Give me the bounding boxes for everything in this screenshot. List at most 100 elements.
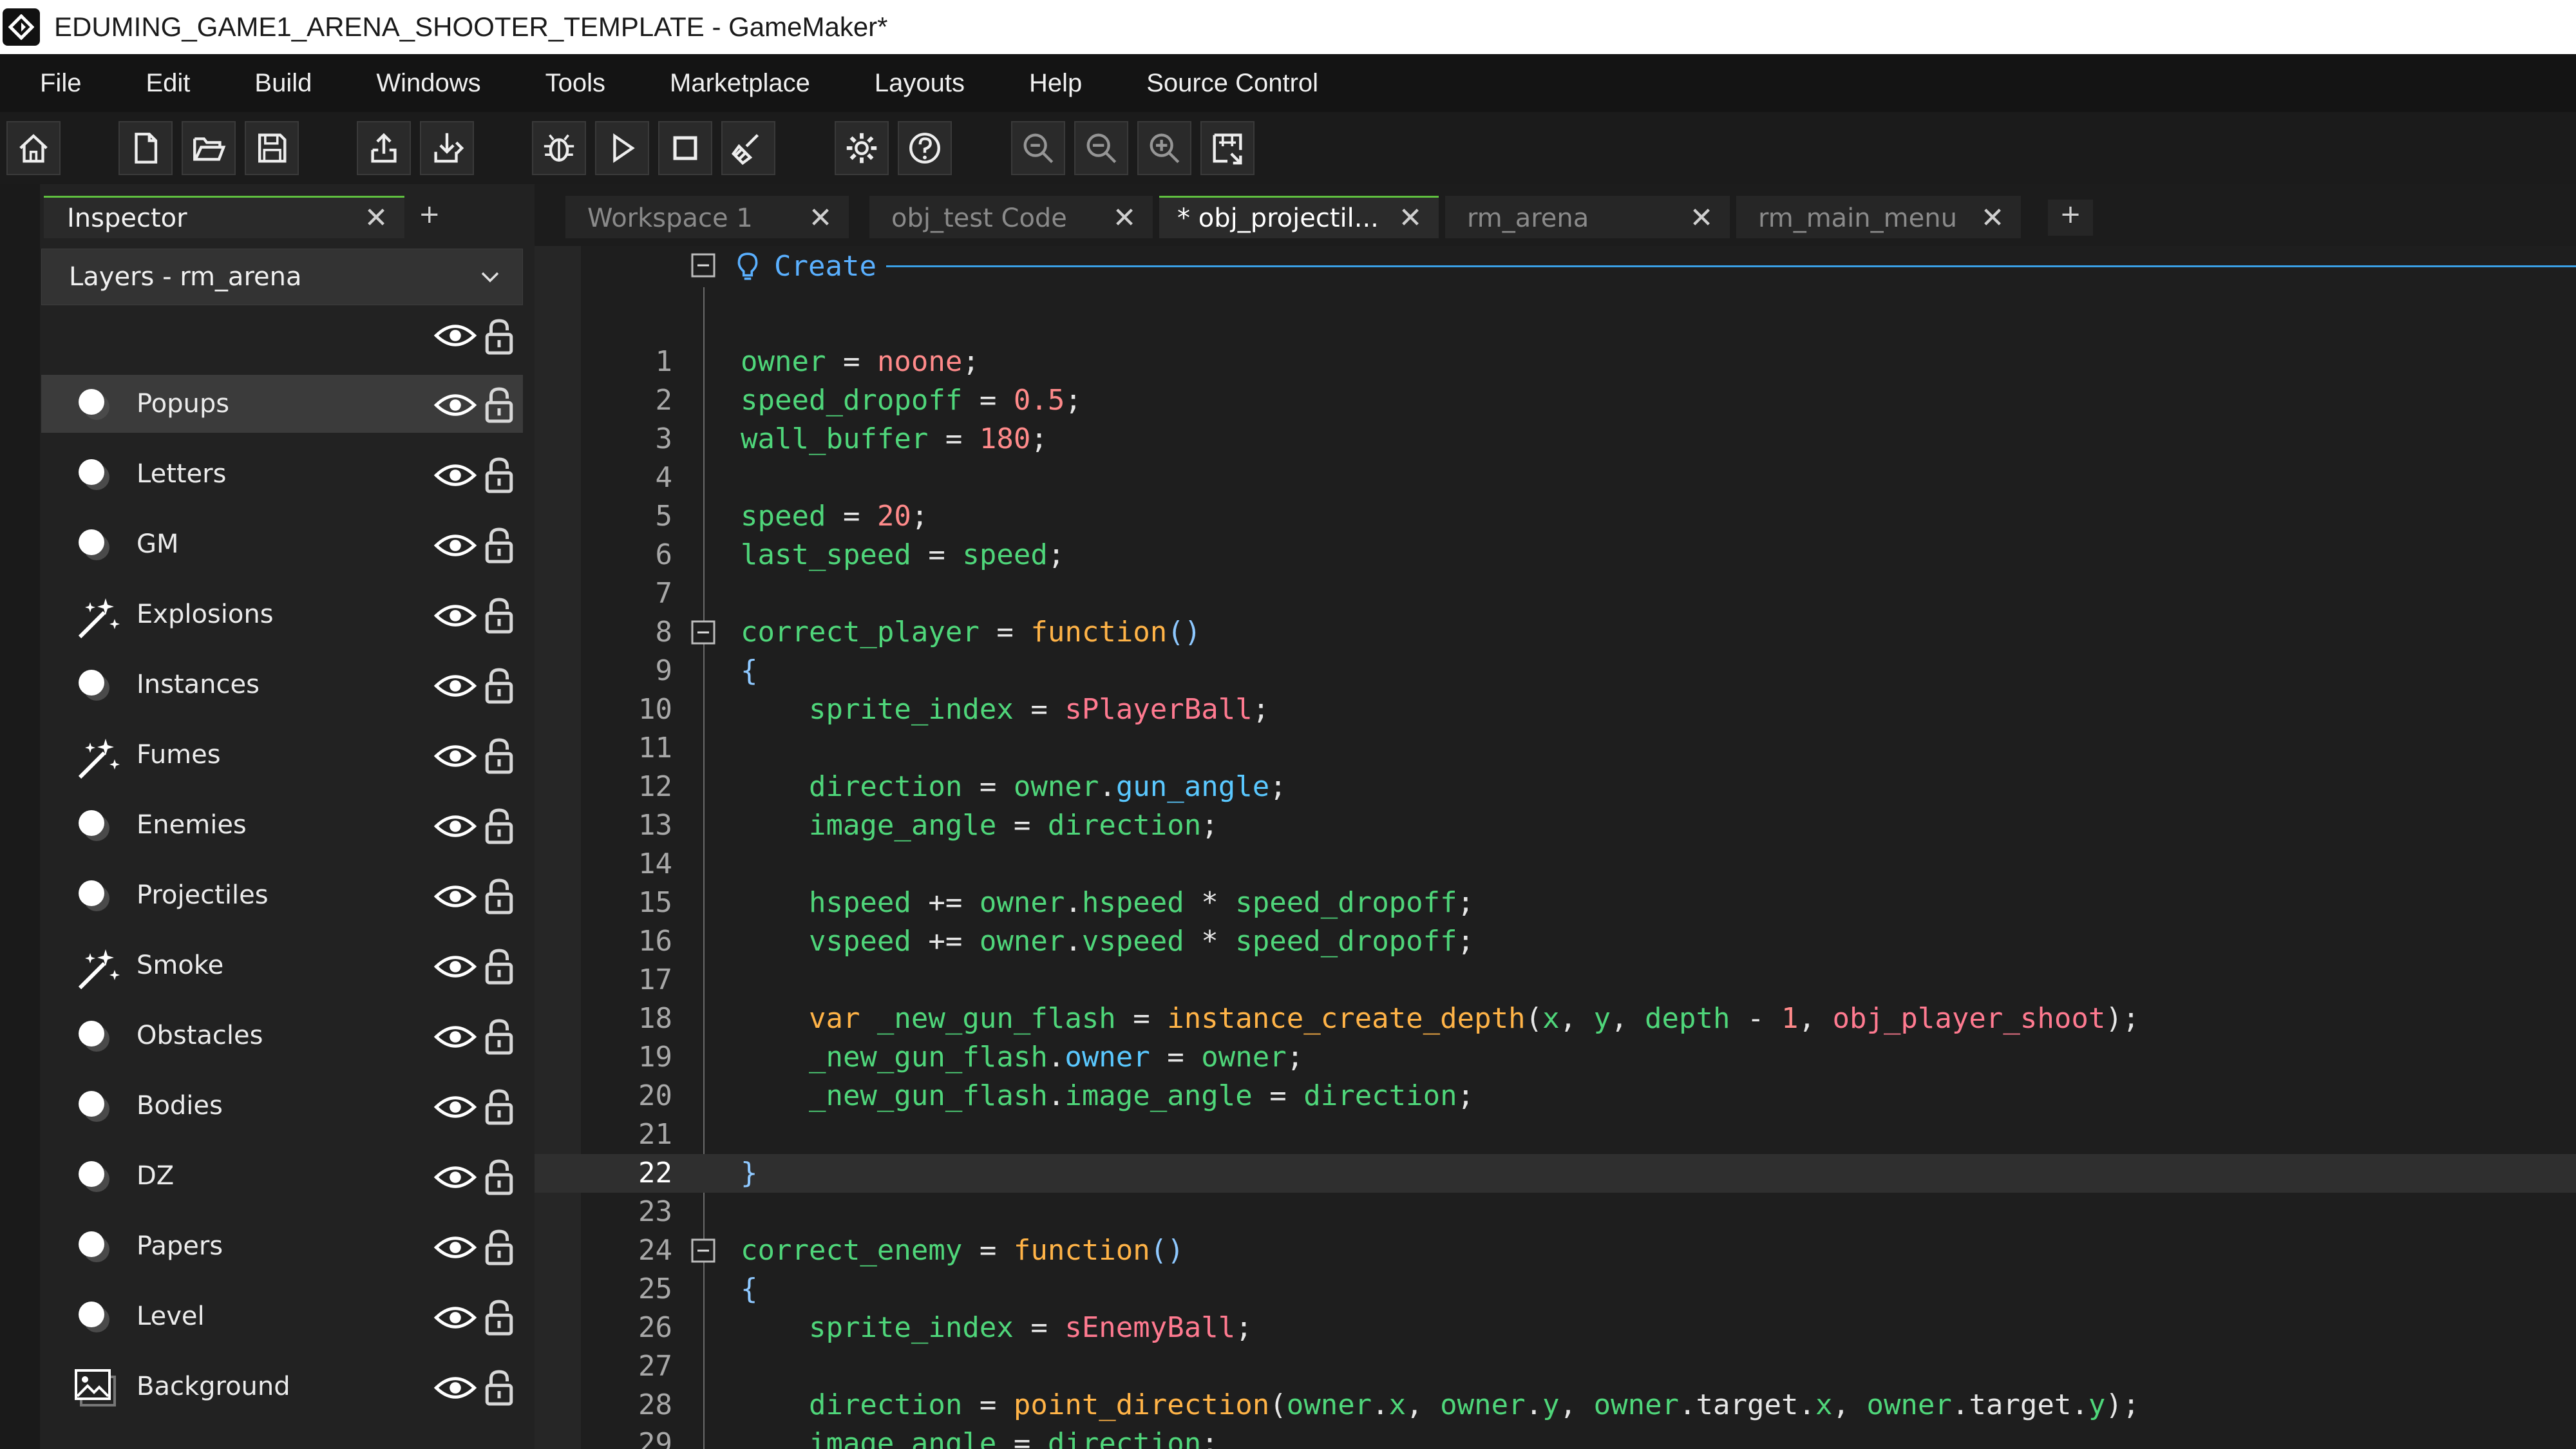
tab-workspace-1[interactable]: Workspace 1 ✕ (565, 196, 849, 238)
layer-row-instances[interactable]: Instances (41, 656, 523, 714)
code-line[interactable]: 2 speed_dropoff = 0.5; (535, 381, 2576, 420)
tab-obj-projectil[interactable]: * obj_projectil... ✕ (1159, 196, 1439, 238)
lock-icon[interactable] (483, 948, 515, 985)
new-project-button[interactable] (118, 121, 173, 175)
eye-icon[interactable] (434, 321, 477, 350)
settings-button[interactable] (835, 121, 889, 175)
layers-dropdown[interactable]: Layers - rm_arena (41, 249, 523, 305)
lock-icon[interactable] (483, 808, 515, 845)
fit-window-button[interactable] (1200, 121, 1255, 175)
code-line[interactable]: 20 _new_gun_flash.image_angle = directio… (535, 1077, 2576, 1115)
menu-source-control[interactable]: Source Control (1106, 69, 1343, 98)
lock-icon[interactable] (483, 1369, 515, 1406)
stop-button[interactable] (658, 121, 712, 175)
inspector-close-icon[interactable]: ✕ (361, 202, 392, 234)
eye-icon[interactable] (434, 460, 477, 490)
eye-icon[interactable] (434, 952, 477, 981)
code-line[interactable]: 11 (535, 729, 2576, 768)
layer-row-popups[interactable]: Popups (41, 375, 523, 433)
eye-icon[interactable] (434, 1092, 477, 1122)
lock-icon[interactable] (483, 386, 515, 424)
close-tab-icon[interactable]: ✕ (804, 202, 837, 234)
code-line[interactable]: 18 var _new_gun_flash = instance_create_… (535, 999, 2576, 1038)
code-line[interactable]: 1 owner = noone; (535, 343, 2576, 381)
code-line[interactable]: 5 speed = 20; (535, 497, 2576, 536)
lock-icon[interactable] (483, 1088, 515, 1126)
eye-icon[interactable] (434, 811, 477, 841)
code-line[interactable]: 8 correct_player = function() (535, 613, 2576, 652)
layer-row-fumes[interactable]: Fumes (41, 726, 523, 784)
layer-row-background[interactable]: Background (41, 1358, 523, 1416)
code-line[interactable]: 21 (535, 1115, 2576, 1154)
lock-icon[interactable] (483, 318, 515, 355)
eye-icon[interactable] (434, 601, 477, 630)
tab-obj-test-code[interactable]: obj_test Code ✕ (869, 196, 1153, 238)
collapse-box-icon[interactable] (690, 620, 716, 645)
eye-icon[interactable] (434, 390, 477, 420)
code-line[interactable]: 6 last_speed = speed; (535, 536, 2576, 574)
code-line[interactable]: 27 (535, 1347, 2576, 1386)
menu-windows[interactable]: Windows (336, 69, 505, 98)
code-line[interactable]: 4 (535, 459, 2576, 497)
lock-icon[interactable] (483, 527, 515, 564)
zoom-in-button[interactable] (1137, 121, 1191, 175)
collapse-box-icon[interactable] (690, 1238, 716, 1264)
lock-icon[interactable] (483, 1159, 515, 1196)
layer-row-projectiles[interactable]: Projectiles (41, 866, 523, 924)
layer-row-gm[interactable]: GM (41, 515, 523, 573)
lock-icon[interactable] (483, 1018, 515, 1056)
menu-marketplace[interactable]: Marketplace (630, 69, 835, 98)
code-line[interactable]: 29 image_angle = direction; (535, 1425, 2576, 1449)
clean-button[interactable] (721, 121, 775, 175)
code-line[interactable]: 13 image_angle = direction; (535, 806, 2576, 845)
code-line[interactable]: 24 correct_enemy = function() (535, 1231, 2576, 1270)
export-button[interactable] (357, 121, 411, 175)
menu-edit[interactable]: Edit (106, 69, 214, 98)
zoom-out-button[interactable] (1074, 121, 1128, 175)
layer-row-dz[interactable]: DZ (41, 1147, 523, 1205)
layer-row-enemies[interactable]: Enemies (41, 796, 523, 854)
menu-help[interactable]: Help (989, 69, 1106, 98)
zoom-reset-button[interactable] (1011, 121, 1065, 175)
lock-icon[interactable] (483, 457, 515, 494)
eye-icon[interactable] (434, 671, 477, 701)
eye-icon[interactable] (434, 531, 477, 560)
eye-icon[interactable] (434, 1303, 477, 1332)
collapse-box-icon[interactable] (690, 252, 716, 278)
code-line[interactable]: 28 direction = point_direction(owner.x, … (535, 1386, 2576, 1425)
close-tab-icon[interactable]: ✕ (1394, 202, 1427, 234)
code-editor[interactable]: Create 1 owner = noone; 2 speed_dropoff = 0… (535, 246, 2576, 1449)
new-tab-button[interactable]: + (2048, 200, 2093, 236)
open-project-button[interactable] (182, 121, 236, 175)
layer-row-level[interactable]: Level (41, 1287, 523, 1345)
layer-row-letters[interactable]: Letters (41, 445, 523, 503)
layer-row-papers[interactable]: Papers (41, 1217, 523, 1275)
help-button[interactable] (898, 121, 952, 175)
layer-row-explosions[interactable]: Explosions (41, 585, 523, 643)
code-line[interactable]: 23 (535, 1193, 2576, 1231)
eye-icon[interactable] (434, 1233, 477, 1262)
tab-inspector[interactable]: Inspector ✕ (44, 196, 404, 238)
eye-icon[interactable] (434, 1022, 477, 1052)
code-line[interactable]: 9{ (535, 652, 2576, 690)
menu-layouts[interactable]: Layouts (835, 69, 989, 98)
run-button[interactable] (595, 121, 649, 175)
lock-icon[interactable] (483, 878, 515, 915)
layer-row-obstacles[interactable]: Obstacles (41, 1007, 523, 1065)
code-line[interactable]: 14 (535, 845, 2576, 884)
code-line[interactable]: 26 sprite_index = sEnemyBall; (535, 1309, 2576, 1347)
code-line[interactable]: 22} (535, 1154, 2576, 1193)
code-line[interactable]: 10 sprite_index = sPlayerBall; (535, 690, 2576, 729)
layer-row-bodies[interactable]: Bodies (41, 1077, 523, 1135)
code-line[interactable]: 15 hspeed += owner.hspeed * speed_dropof… (535, 884, 2576, 922)
code-line[interactable]: 25 { (535, 1270, 2576, 1309)
code-line[interactable]: 19 _new_gun_flash.owner = owner; (535, 1038, 2576, 1077)
layer-row-smoke[interactable]: Smoke (41, 936, 523, 994)
eye-icon[interactable] (434, 1373, 477, 1403)
menu-tools[interactable]: Tools (506, 69, 630, 98)
save-project-button[interactable] (245, 121, 299, 175)
lock-icon[interactable] (483, 597, 515, 634)
import-button[interactable] (420, 121, 474, 175)
lock-icon[interactable] (483, 737, 515, 775)
close-tab-icon[interactable]: ✕ (1685, 202, 1718, 234)
